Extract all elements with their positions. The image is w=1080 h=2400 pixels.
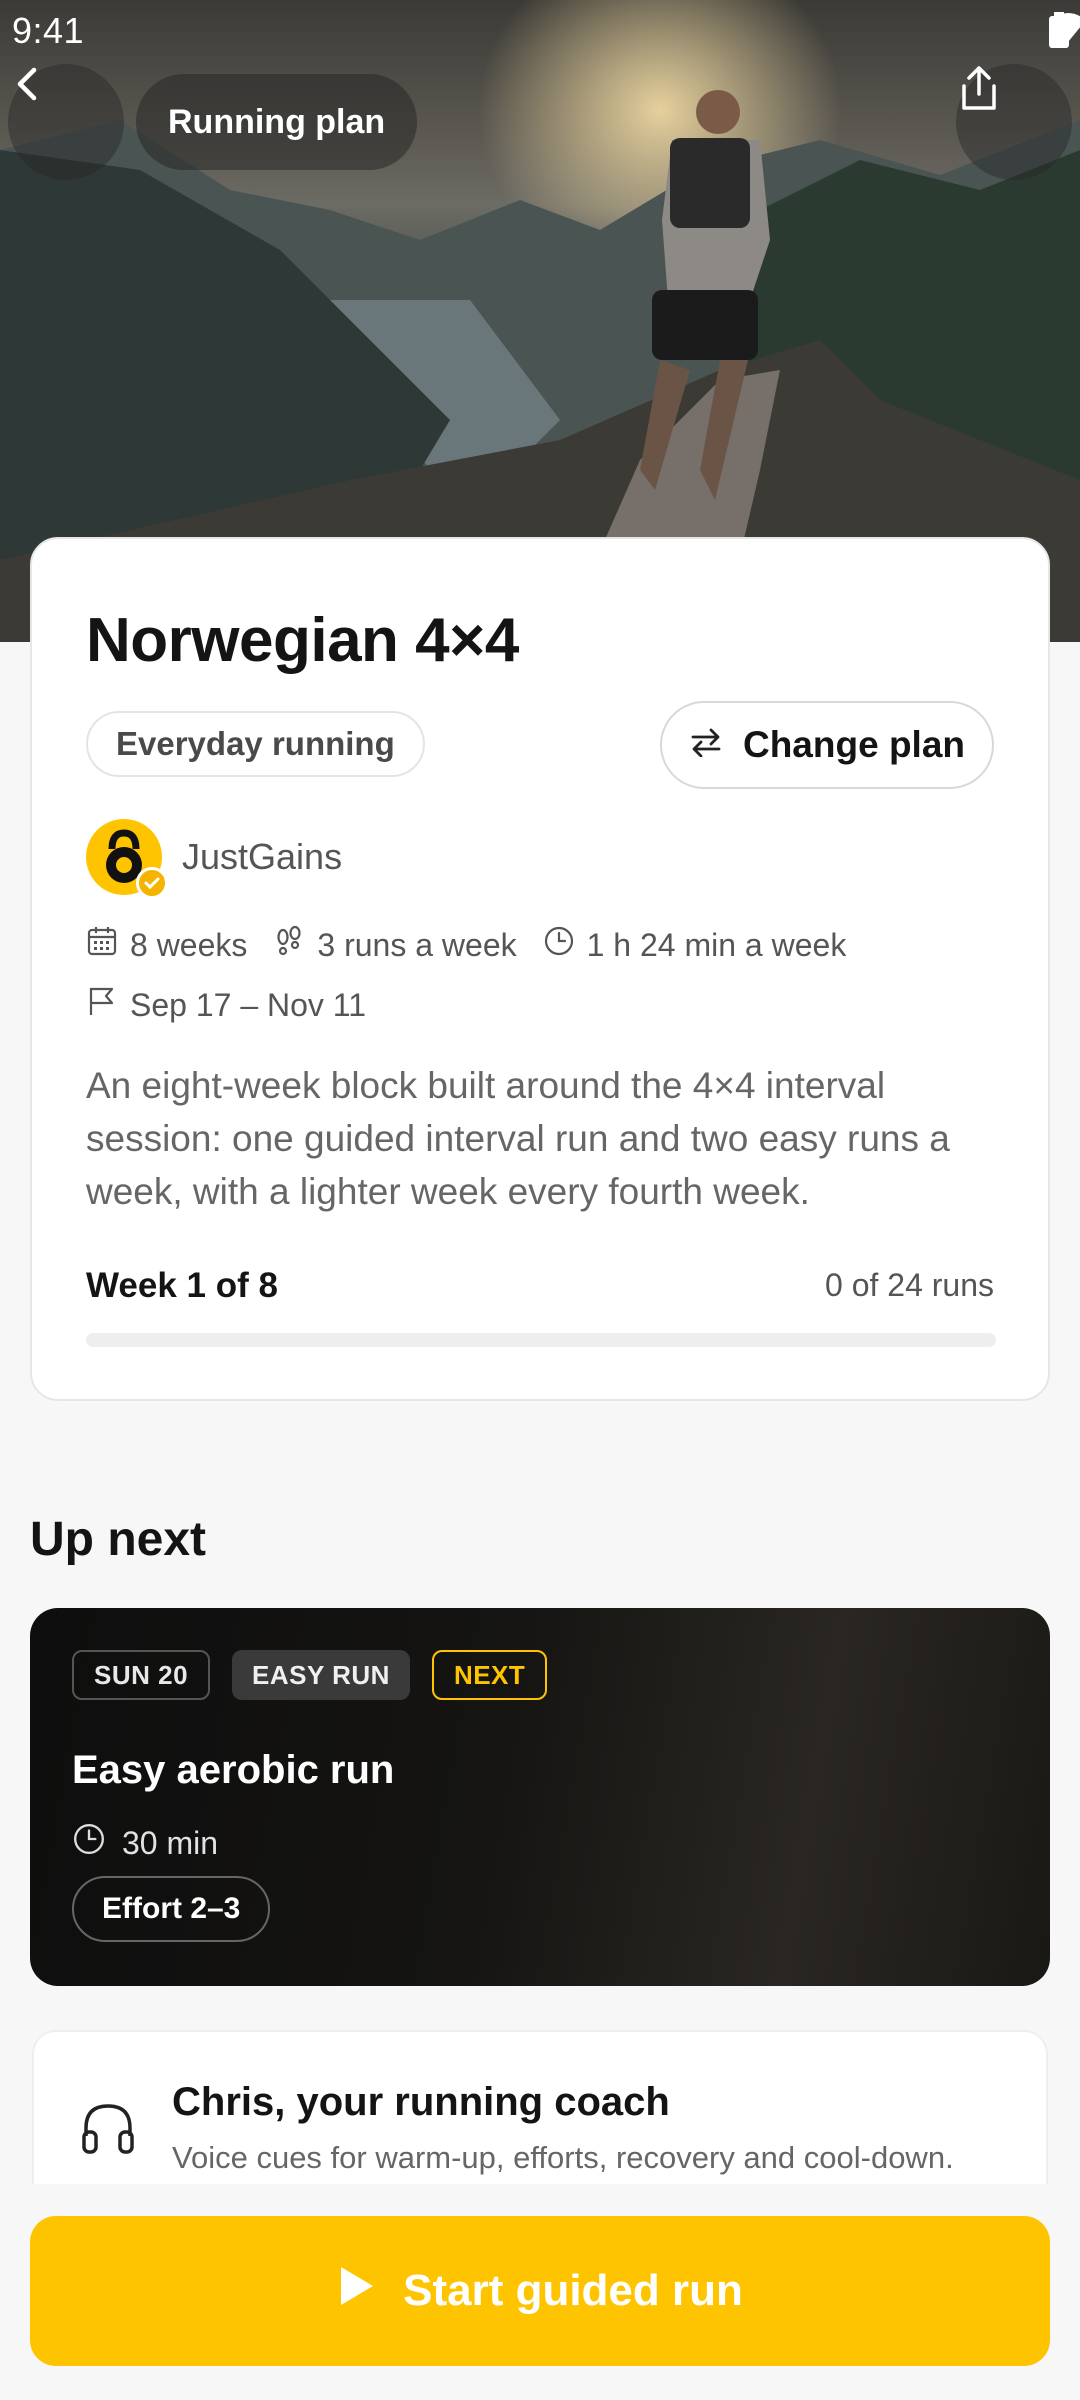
week-progress-label: Week 1 of 8	[86, 1266, 278, 1305]
status-bar: 9:41	[0, 0, 1080, 60]
headphones-icon	[78, 2098, 138, 2163]
up-next-badges: SUN 20 EASY RUN NEXT	[72, 1650, 548, 1700]
plan-title: Norwegian 4×4	[86, 606, 519, 675]
run-type-badge: EASY RUN	[232, 1650, 410, 1700]
verified-icon	[136, 867, 168, 899]
share-button[interactable]	[956, 64, 1072, 180]
change-plan-label: Change plan	[742, 724, 966, 765]
up-next-card[interactable]: SUN 20 EASY RUN NEXT Easy aerobic run 30…	[30, 1608, 1050, 1986]
coach-subtitle: Voice cues for warm-up, efforts, recover…	[172, 2140, 954, 2175]
author-row[interactable]: JustGains	[86, 819, 343, 899]
plan-card: Norwegian 4×4 Everyday running Change pl…	[30, 537, 1050, 1401]
time-per-week-text: 1 h 24 min a week	[586, 926, 847, 963]
clock-icon	[72, 1822, 106, 1864]
calendar-icon	[86, 925, 118, 965]
author-avatar	[86, 819, 168, 899]
change-plan-button[interactable]: Change plan	[660, 701, 994, 789]
runs-progress-label: 0 of 24 runs	[825, 1267, 994, 1303]
runs-per-week: 3 runs a week	[273, 925, 517, 965]
up-next-duration: 30 min	[72, 1822, 218, 1864]
up-next-title: Easy aerobic run	[72, 1748, 395, 1792]
next-badge: NEXT	[431, 1650, 548, 1700]
coach-title: Chris, your running coach	[172, 2080, 670, 2124]
up-next-duration-text: 30 min	[122, 1824, 219, 1861]
clock-icon	[543, 925, 575, 965]
up-next-heading: Up next	[30, 1513, 207, 1566]
start-guided-run-button[interactable]: Start guided run	[30, 2216, 1050, 2366]
duration-weeks-text: 8 weeks	[130, 926, 248, 963]
plan-progress-bar	[86, 1333, 996, 1347]
bottom-action-bar: Start guided run	[0, 2184, 1080, 2400]
status-time: 9:41	[12, 10, 85, 51]
footprints-icon	[273, 925, 305, 965]
effort-pill: Effort 2–3	[72, 1876, 271, 1942]
time-per-week: 1 h 24 min a week	[543, 925, 847, 965]
flag-icon	[86, 985, 118, 1025]
plan-dates-row: Sep 17 – Nov 11	[86, 985, 366, 1025]
date-badge: SUN 20	[72, 1650, 211, 1700]
swap-icon	[689, 724, 723, 766]
runs-per-week-text: 3 runs a week	[317, 926, 517, 963]
plan-meta-row: 8 weeks 3 runs a week 1 h 24 min a week	[86, 925, 846, 965]
plan-category-tag: Everyday running	[86, 711, 425, 777]
date-range-text: Sep 17 – Nov 11	[130, 986, 367, 1023]
back-button[interactable]	[8, 64, 124, 180]
duration-weeks: 8 weeks	[86, 925, 247, 965]
author-name: JustGains	[182, 836, 343, 877]
plan-description: An eight-week block built around the 4×4…	[86, 1065, 950, 1212]
date-range: Sep 17 – Nov 11	[86, 985, 366, 1025]
play-icon	[337, 2264, 377, 2319]
start-guided-run-label: Start guided run	[403, 2266, 743, 2315]
page-title: Running plan	[136, 74, 418, 170]
